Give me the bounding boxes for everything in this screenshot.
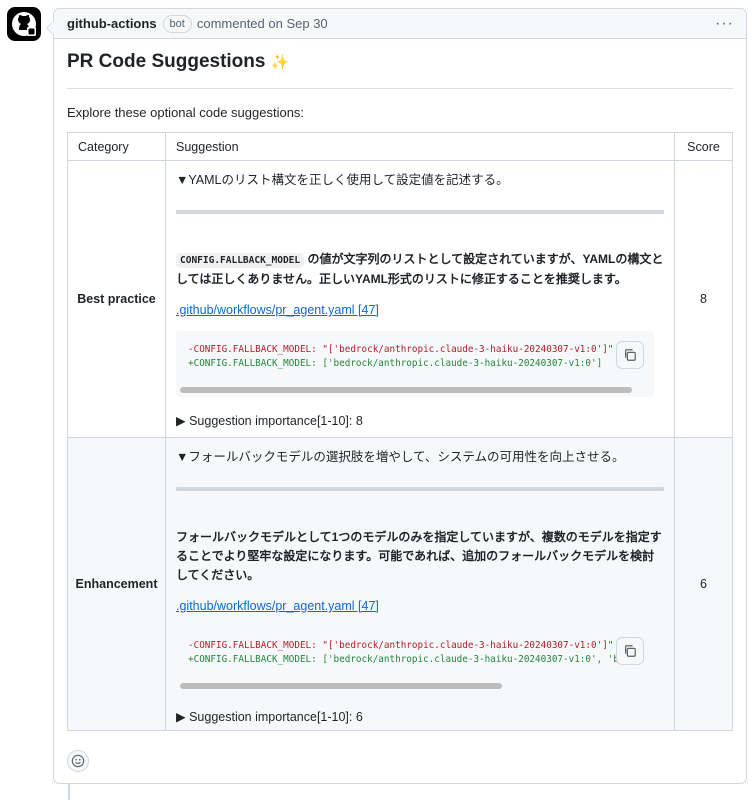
author-name[interactable]: github-actions	[67, 16, 157, 31]
diff-lines: -CONFIG.FALLBACK_MODEL: "['bedrock/anthr…	[176, 331, 641, 371]
avatar[interactable]	[7, 7, 41, 41]
table-header-row: Category Suggestion Score	[67, 132, 733, 161]
category-cell: Best practice	[67, 160, 166, 438]
column-header-category: Category	[67, 132, 166, 161]
bot-badge: bot	[162, 14, 192, 33]
copy-icon	[625, 645, 636, 657]
copy-icon	[625, 349, 636, 361]
comment-body: PR Code Suggestions ✨ Explore these opti…	[54, 39, 746, 731]
comment-timestamp[interactable]: commented on Sep 30	[197, 16, 328, 31]
horizontal-scrollbar[interactable]	[180, 387, 632, 393]
horizontal-scrollbar[interactable]	[180, 683, 502, 689]
score-cell: 6	[674, 437, 733, 731]
suggestion-summary-toggle[interactable]: ▼フォールバックモデルの選択肢を増やして、システムの可用性を向上させる。	[176, 446, 664, 465]
diff-deleted-line: -CONFIG.FALLBACK_MODEL: "['bedrock/anthr…	[188, 640, 614, 651]
suggestion-summary-toggle[interactable]: ▼YAMLのリスト構文を正しく使用して設定値を記述する。	[176, 169, 664, 188]
suggestion-cell: ▼YAMLのリスト構文を正しく使用して設定値を記述する。 CONFIG.FALL…	[165, 160, 675, 438]
suggestion-importance-toggle[interactable]: ▶ Suggestion importance[1-10]: 6	[176, 709, 664, 724]
smiley-icon	[71, 754, 85, 768]
code-diff-block[interactable]: -CONFIG.FALLBACK_MODEL: "['bedrock/anthr…	[176, 331, 654, 397]
suggestion-importance-toggle[interactable]: ▶ Suggestion importance[1-10]: 8	[176, 413, 664, 428]
comment-box: github-actions bot commented on Sep 30 ·…	[46, 8, 747, 784]
copy-button[interactable]	[616, 637, 644, 665]
suggestion-description: フォールバックモデルとして1つのモデルのみを指定していますが、複数のモデルを指定…	[176, 530, 662, 582]
file-link[interactable]: .github/workflows/pr_agent.yaml [47]	[176, 303, 664, 317]
inline-code: CONFIG.FALLBACK_MODEL	[176, 253, 305, 268]
diff-lines: -CONFIG.FALLBACK_MODEL: "['bedrock/anthr…	[176, 627, 641, 667]
title-text: PR Code Suggestions	[67, 51, 266, 72]
copy-button[interactable]	[616, 341, 644, 369]
timeline-line	[68, 784, 70, 800]
file-link[interactable]: .github/workflows/pr_agent.yaml [47]	[176, 599, 664, 613]
diff-added-line: +CONFIG.FALLBACK_MODEL: ['bedrock/anthro…	[188, 654, 641, 665]
add-reaction-button[interactable]	[67, 750, 89, 772]
category-cell: Enhancement	[67, 437, 166, 731]
suggestions-table: Category Suggestion Score Best practice …	[67, 132, 733, 731]
divider	[176, 487, 664, 491]
code-diff-block[interactable]: -CONFIG.FALLBACK_MODEL: "['bedrock/anthr…	[176, 627, 654, 693]
intro-text: Explore these optional code suggestions:	[67, 105, 305, 120]
score-cell: 8	[674, 160, 733, 438]
column-header-suggestion: Suggestion	[165, 132, 675, 161]
page-title: PR Code Suggestions ✨	[67, 51, 733, 89]
column-header-score: Score	[674, 132, 733, 161]
divider	[176, 210, 664, 214]
suggestion-description: CONFIG.FALLBACK_MODEL の値が文字列のリストとして設定されて…	[176, 250, 664, 289]
sparkles-icon: ✨	[270, 54, 290, 71]
suggestion-cell: ▼フォールバックモデルの選択肢を増やして、システムの可用性を向上させる。 フォー…	[165, 437, 675, 731]
kebab-menu-icon[interactable]: ···	[715, 15, 734, 33]
comment-header: github-actions bot commented on Sep 30 ·…	[54, 9, 746, 39]
github-actions-avatar-icon	[12, 12, 36, 36]
table-row: Best practice ▼YAMLのリスト構文を正しく使用して設定値を記述す…	[67, 160, 733, 438]
table-row: Enhancement ▼フォールバックモデルの選択肢を増やして、システムの可用…	[67, 437, 733, 731]
diff-deleted-line: -CONFIG.FALLBACK_MODEL: "['bedrock/anthr…	[188, 344, 614, 355]
diff-added-line: +CONFIG.FALLBACK_MODEL: ['bedrock/anthro…	[188, 358, 603, 369]
